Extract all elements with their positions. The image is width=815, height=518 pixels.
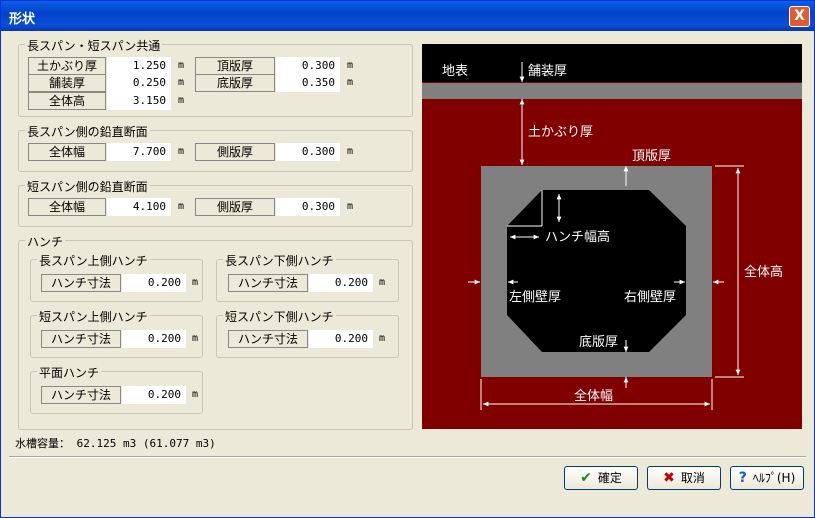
haunch-dim-label: ハンチ幅高 bbox=[545, 229, 610, 245]
top-slab-unit: m bbox=[347, 60, 354, 71]
close-icon: X bbox=[794, 8, 805, 24]
check-icon: ✔ bbox=[580, 470, 592, 486]
title-bar: 形状 X bbox=[1, 1, 814, 31]
long-width-input[interactable]: 7.700 bbox=[107, 143, 171, 161]
plane-haunch-title: 平面ハンチ bbox=[37, 364, 102, 381]
short-width-label: 全体幅 bbox=[28, 198, 106, 216]
cover-dim-label: 土かぶり厚 bbox=[528, 125, 593, 140]
plane-haunch-unit: m bbox=[192, 389, 199, 400]
long-width-unit: m bbox=[178, 146, 185, 157]
short-lower-haunch-title: 短スパン下側ハンチ bbox=[223, 308, 336, 325]
separator bbox=[9, 456, 806, 458]
top-dim-label: 頂版厚 bbox=[632, 149, 671, 164]
group-long-span-title: 長スパン側の鉛直断面 bbox=[25, 123, 150, 140]
ground-label: 地表 bbox=[442, 64, 468, 79]
group-haunch-title: ハンチ bbox=[25, 233, 66, 250]
long-side-unit: m bbox=[347, 146, 354, 157]
shape-diagram: 地表 舗装厚 土かぶり厚 頂版厚 ハンチ幅高 全体高 左側壁厚 右側壁厚 底版厚… bbox=[422, 44, 802, 429]
long-lower-haunch-label: ハンチ寸法 bbox=[228, 274, 308, 292]
pave-label: 舗装厚 bbox=[28, 74, 106, 92]
right-wall-label: 右側壁厚 bbox=[624, 290, 676, 305]
plane-haunch-input[interactable]: 0.200 bbox=[122, 386, 186, 404]
cover-input[interactable]: 1.250 bbox=[107, 57, 171, 75]
long-width-label: 全体幅 bbox=[28, 143, 106, 161]
long-upper-haunch-input[interactable]: 0.200 bbox=[122, 274, 186, 292]
group-short-span-title: 短スパン側の鉛直断面 bbox=[25, 178, 150, 195]
short-upper-haunch-title: 短スパン上側ハンチ bbox=[37, 308, 150, 325]
close-button[interactable]: X bbox=[789, 6, 810, 27]
short-upper-haunch-input[interactable]: 0.200 bbox=[122, 330, 186, 348]
tank-capacity: 水槽容量： 62.125 m3 (61.077 m3) bbox=[15, 437, 216, 450]
bottom-dim-label: 底版厚 bbox=[579, 334, 618, 350]
short-side-unit: m bbox=[347, 201, 354, 212]
short-upper-haunch-unit: m bbox=[192, 333, 199, 344]
short-upper-haunch-label: ハンチ寸法 bbox=[41, 330, 121, 348]
cancel-button[interactable]: ✖ 取消 bbox=[647, 466, 721, 490]
long-upper-haunch-title: 長スパン上側ハンチ bbox=[37, 252, 150, 269]
long-upper-haunch-unit: m bbox=[192, 277, 199, 288]
ok-label: 確定 bbox=[597, 471, 622, 485]
help-label: ﾍﾙﾌﾟ(H) bbox=[752, 471, 796, 485]
pave-input[interactable]: 0.250 bbox=[107, 74, 171, 92]
short-lower-haunch-label: ハンチ寸法 bbox=[228, 330, 308, 348]
long-upper-haunch-label: ハンチ寸法 bbox=[41, 274, 121, 292]
height-dim-label: 全体高 bbox=[744, 264, 783, 280]
bottom-slab-unit: m bbox=[347, 77, 354, 88]
long-lower-haunch-unit: m bbox=[379, 277, 386, 288]
window-title: 形状 bbox=[9, 12, 36, 27]
short-lower-haunch-unit: m bbox=[379, 333, 386, 344]
ground-band bbox=[422, 44, 802, 82]
height-input[interactable]: 3.150 bbox=[107, 92, 171, 110]
box-inner bbox=[507, 190, 686, 352]
plane-haunch-label: ハンチ寸法 bbox=[41, 386, 121, 404]
pave-dim-label: 舗装厚 bbox=[528, 64, 567, 79]
bottom-slab-label: 底版厚 bbox=[195, 74, 275, 92]
long-side-label: 側版厚 bbox=[195, 143, 275, 161]
long-side-input[interactable]: 0.300 bbox=[276, 143, 340, 161]
short-width-unit: m bbox=[178, 201, 185, 212]
cancel-label: 取消 bbox=[680, 471, 705, 485]
cover-unit: m bbox=[178, 60, 185, 71]
short-side-label: 側版厚 bbox=[195, 198, 275, 216]
height-label: 全体高 bbox=[28, 92, 106, 110]
pave-unit: m bbox=[178, 77, 185, 88]
group-common-title: 長スパン・短スパン共通 bbox=[25, 37, 163, 54]
cover-label: 土かぶり厚 bbox=[28, 57, 106, 75]
long-lower-haunch-title: 長スパン下側ハンチ bbox=[223, 252, 336, 269]
width-dim-label: 全体幅 bbox=[574, 388, 613, 404]
short-width-input[interactable]: 4.100 bbox=[107, 198, 171, 216]
question-icon: ? bbox=[738, 470, 747, 486]
bottom-slab-input[interactable]: 0.350 bbox=[276, 74, 340, 92]
ok-button[interactable]: ✔ 確定 bbox=[564, 466, 638, 490]
help-button[interactable]: ? ﾍﾙﾌﾟ(H) bbox=[730, 466, 804, 490]
dialog-window: 形状 X 長スパン・短スパン共通 土かぶり厚 1.250 m 舗装厚 0.250… bbox=[0, 0, 815, 518]
long-lower-haunch-input[interactable]: 0.200 bbox=[309, 274, 373, 292]
left-wall-label: 左側壁厚 bbox=[509, 290, 561, 305]
short-lower-haunch-input[interactable]: 0.200 bbox=[309, 330, 373, 348]
height-unit: m bbox=[178, 95, 185, 106]
top-slab-input[interactable]: 0.300 bbox=[276, 57, 340, 75]
pavement-band bbox=[422, 83, 802, 99]
short-side-input[interactable]: 0.300 bbox=[276, 198, 340, 216]
x-icon: ✖ bbox=[663, 470, 675, 486]
top-slab-label: 頂版厚 bbox=[195, 57, 275, 75]
